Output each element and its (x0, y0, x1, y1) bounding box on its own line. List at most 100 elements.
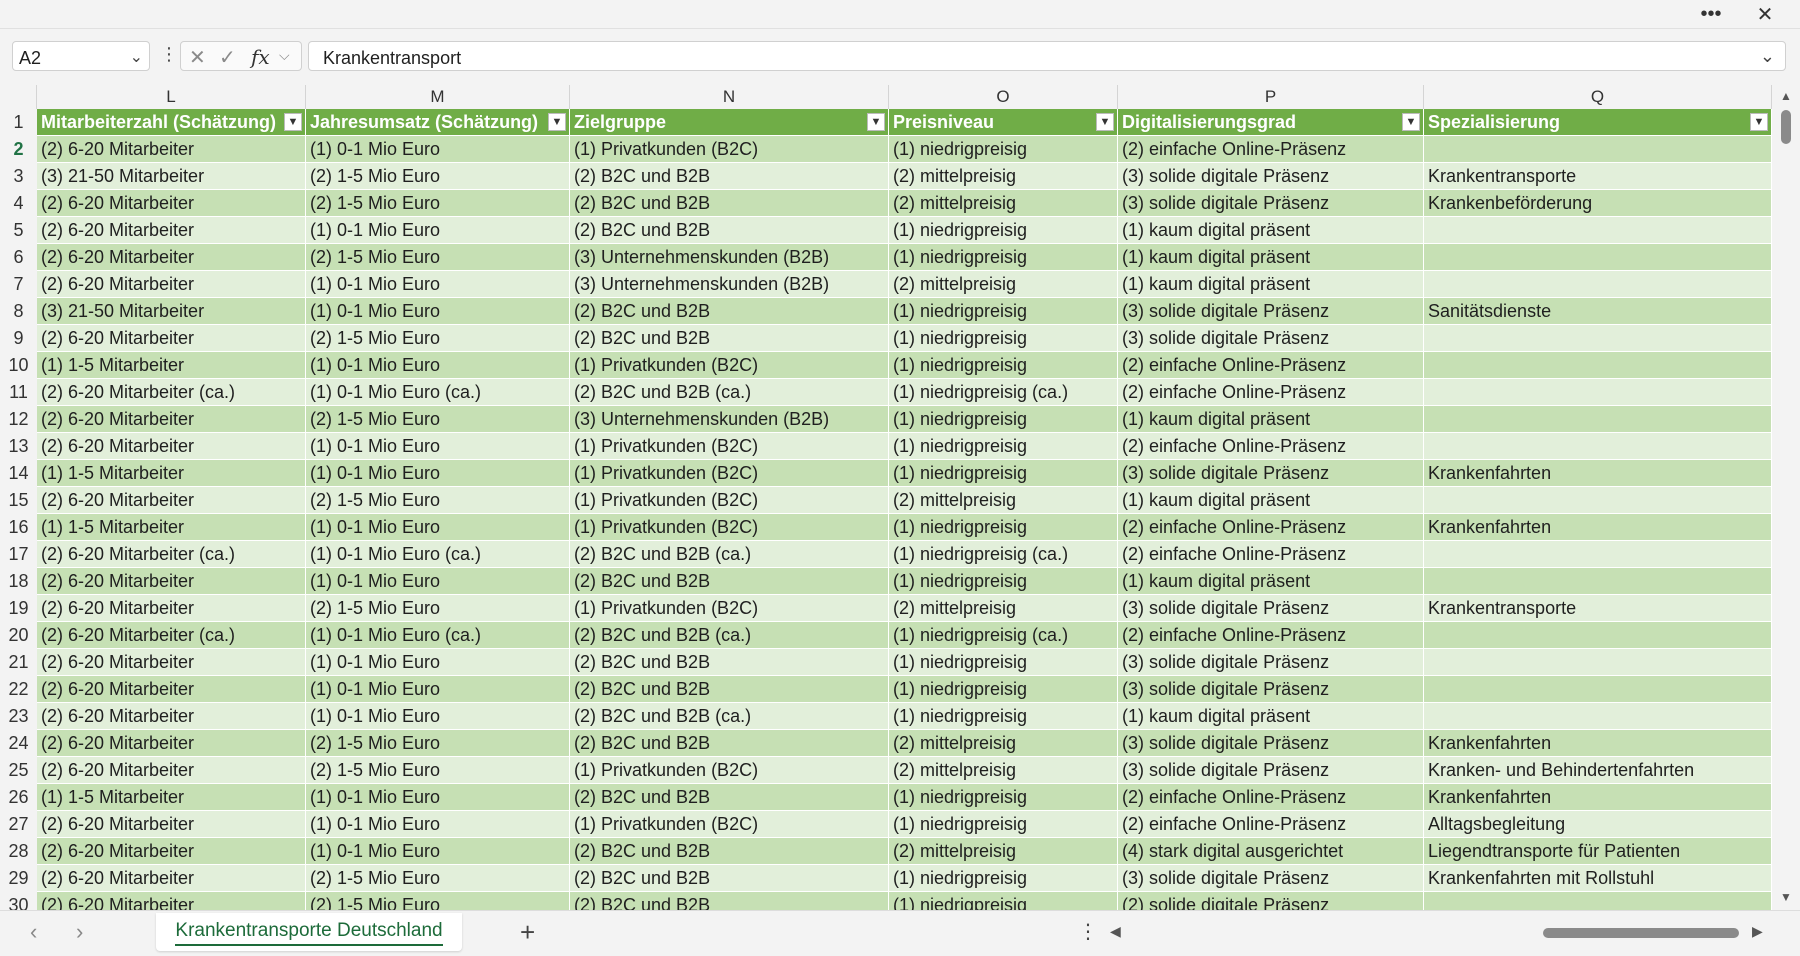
column-header-q[interactable]: Q (1424, 85, 1772, 109)
table-cell[interactable] (1424, 379, 1772, 406)
table-cell[interactable]: (2) mittelpreisig (889, 730, 1118, 757)
insert-function-icon[interactable]: fx (251, 45, 270, 69)
table-cell[interactable]: (2) 1-5 Mio Euro (306, 244, 570, 271)
table-cell[interactable]: (1) 1-5 Mitarbeiter (37, 460, 306, 487)
table-cell[interactable]: (2) 1-5 Mio Euro (306, 406, 570, 433)
table-cell[interactable] (1424, 136, 1772, 163)
table-cell[interactable]: (2) B2C und B2B (570, 730, 889, 757)
row-number[interactable]: 8 (0, 298, 37, 325)
table-cell[interactable]: (2) 1-5 Mio Euro (306, 865, 570, 892)
row-number[interactable]: 18 (0, 568, 37, 595)
table-cell[interactable]: (2) einfache Online-Präsenz (1118, 352, 1424, 379)
table-cell[interactable]: (1) 0-1 Mio Euro (ca.) (306, 379, 570, 406)
table-cell[interactable]: (1) Privatkunden (B2C) (570, 595, 889, 622)
table-cell[interactable]: (3) solide digitale Präsenz (1118, 325, 1424, 352)
table-cell[interactable]: (2) 6-20 Mitarbeiter (37, 730, 306, 757)
formula-bar-more-icon[interactable]: ⋮ (160, 44, 178, 65)
table-cell[interactable]: (2) mittelpreisig (889, 838, 1118, 865)
table-cell[interactable]: Krankenfahrten (1424, 730, 1772, 757)
vertical-scroll-thumb[interactable] (1781, 110, 1791, 144)
cancel-icon[interactable]: ✕ (189, 45, 206, 70)
header-cell[interactable]: Digitalisierungsgrad ▼ (1118, 109, 1424, 136)
row-number[interactable]: 17 (0, 541, 37, 568)
table-cell[interactable]: (1) 0-1 Mio Euro (306, 703, 570, 730)
table-cell[interactable]: (2) 6-20 Mitarbeiter (37, 190, 306, 217)
row-number[interactable]: 10 (0, 352, 37, 379)
table-cell[interactable]: (2) 6-20 Mitarbeiter (37, 244, 306, 271)
table-cell[interactable]: Krankentransporte (1424, 595, 1772, 622)
filter-dropdown-icon[interactable]: ▼ (867, 113, 885, 131)
row-number[interactable]: 16 (0, 514, 37, 541)
table-cell[interactable]: (2) B2C und B2B (570, 838, 889, 865)
table-cell[interactable]: (2) B2C und B2B (570, 163, 889, 190)
row-number[interactable]: 11 (0, 379, 37, 406)
table-cell[interactable]: (2) 6-20 Mitarbeiter (37, 433, 306, 460)
table-cell[interactable]: (2) mittelpreisig (889, 595, 1118, 622)
table-cell[interactable]: (1) kaum digital präsent (1118, 568, 1424, 595)
table-cell[interactable]: (2) mittelpreisig (889, 757, 1118, 784)
table-cell[interactable]: Krankenfahrten (1424, 460, 1772, 487)
row-number[interactable]: 28 (0, 838, 37, 865)
table-cell[interactable]: (2) einfache Online-Präsenz (1118, 541, 1424, 568)
row-number[interactable]: 7 (0, 271, 37, 298)
row-number[interactable]: 6 (0, 244, 37, 271)
table-cell[interactable]: (1) Privatkunden (B2C) (570, 352, 889, 379)
table-cell[interactable]: (2) 6-20 Mitarbeiter (37, 136, 306, 163)
column-header-m[interactable]: M (306, 85, 570, 109)
formula-input[interactable]: Krankentransport ⌄ (308, 41, 1786, 71)
table-cell[interactable]: (3) solide digitale Präsenz (1118, 649, 1424, 676)
table-cell[interactable]: (2) einfache Online-Präsenz (1118, 514, 1424, 541)
table-cell[interactable] (1424, 622, 1772, 649)
table-cell[interactable]: (1) 0-1 Mio Euro (ca.) (306, 622, 570, 649)
table-cell[interactable]: (1) 0-1 Mio Euro (306, 649, 570, 676)
table-cell[interactable]: (1) kaum digital präsent (1118, 217, 1424, 244)
close-button[interactable]: ✕ (1742, 0, 1788, 28)
table-cell[interactable] (1424, 487, 1772, 514)
column-header-o[interactable]: O (889, 85, 1118, 109)
table-cell[interactable]: (2) 1-5 Mio Euro (306, 487, 570, 514)
table-cell[interactable] (1424, 649, 1772, 676)
table-cell[interactable] (1424, 406, 1772, 433)
row-number[interactable]: 12 (0, 406, 37, 433)
table-cell[interactable]: (2) 6-20 Mitarbeiter (37, 217, 306, 244)
filter-dropdown-icon[interactable]: ▼ (284, 113, 302, 131)
table-cell[interactable]: Krankentransporte (1424, 163, 1772, 190)
table-cell[interactable]: (1) 0-1 Mio Euro (306, 460, 570, 487)
table-cell[interactable]: (1) kaum digital präsent (1118, 703, 1424, 730)
more-options-button[interactable]: ••• (1688, 0, 1734, 28)
table-cell[interactable]: (2) B2C und B2B (570, 217, 889, 244)
table-cell[interactable]: (3) solide digitale Präsenz (1118, 190, 1424, 217)
table-cell[interactable]: (1) 0-1 Mio Euro (306, 298, 570, 325)
table-cell[interactable]: (2) mittelpreisig (889, 163, 1118, 190)
table-cell[interactable]: (1) Privatkunden (B2C) (570, 460, 889, 487)
table-cell[interactable]: (1) 1-5 Mitarbeiter (37, 352, 306, 379)
table-cell[interactable]: (1) kaum digital präsent (1118, 271, 1424, 298)
table-cell[interactable]: (2) einfache Online-Präsenz (1118, 784, 1424, 811)
table-cell[interactable]: (3) solide digitale Präsenz (1118, 595, 1424, 622)
expand-formula-icon[interactable]: ⌄ (1760, 46, 1775, 67)
row-number[interactable]: 13 (0, 433, 37, 460)
row-number[interactable]: 22 (0, 676, 37, 703)
row-number[interactable]: 24 (0, 730, 37, 757)
column-header-l[interactable]: L (37, 85, 306, 109)
table-cell[interactable]: (2) 6-20 Mitarbeiter (37, 271, 306, 298)
table-cell[interactable] (1424, 244, 1772, 271)
sheet-bar-more-icon[interactable]: ⋮ (1078, 919, 1098, 944)
table-cell[interactable]: (2) mittelpreisig (889, 487, 1118, 514)
table-cell[interactable]: (2) B2C und B2B (ca.) (570, 703, 889, 730)
header-cell[interactable]: Jahresumsatz (Schätzung) ▼ (306, 109, 570, 136)
table-cell[interactable]: (2) einfache Online-Präsenz (1118, 136, 1424, 163)
row-number[interactable]: 4 (0, 190, 37, 217)
table-cell[interactable]: (1) kaum digital präsent (1118, 244, 1424, 271)
table-cell[interactable]: (2) 6-20 Mitarbeiter (37, 325, 306, 352)
row-number[interactable]: 2 (0, 136, 37, 163)
name-box[interactable]: A2 ⌄ (12, 41, 150, 71)
scroll-down-icon[interactable]: ▼ (1780, 890, 1792, 904)
table-cell[interactable]: (2) B2C und B2B (ca.) (570, 622, 889, 649)
table-cell[interactable]: (1) 0-1 Mio Euro (306, 811, 570, 838)
row-number[interactable]: 1 (0, 109, 37, 136)
table-cell[interactable] (1424, 325, 1772, 352)
table-cell[interactable]: (2) 6-20 Mitarbeiter (ca.) (37, 379, 306, 406)
table-cell[interactable]: (2) einfache Online-Präsenz (1118, 379, 1424, 406)
table-cell[interactable]: Krankenfahrten (1424, 514, 1772, 541)
